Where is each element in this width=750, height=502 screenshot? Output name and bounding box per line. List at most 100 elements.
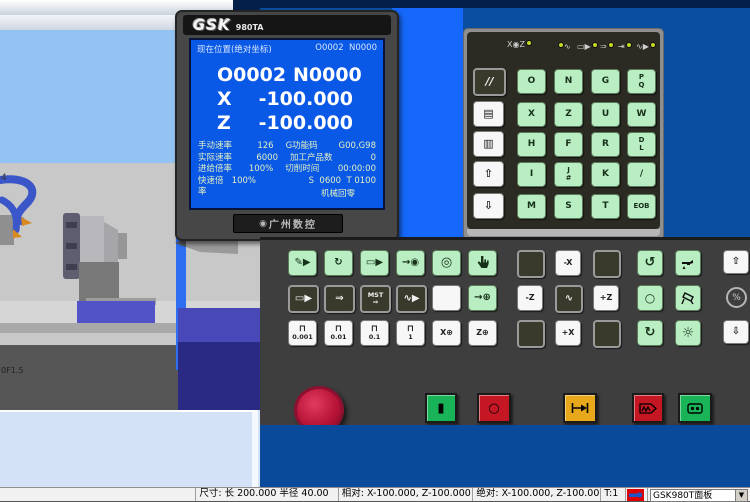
tool-change-key[interactable]: ☼ (675, 320, 701, 346)
step-0001-key[interactable]: ⊓ 0.001 (288, 320, 317, 346)
single-block-key[interactable]: ▭▶ (288, 285, 319, 313)
step-label: 1 (408, 334, 413, 341)
aux-lock-key[interactable]: MST ⇒ (360, 285, 391, 313)
key-I[interactable]: I (517, 162, 546, 187)
x-axis-label: X (217, 87, 232, 111)
override-percent-indicator: % (726, 287, 747, 308)
key-slash[interactable]: / (627, 162, 656, 187)
z-zero-key[interactable]: Z⊕ (468, 320, 497, 346)
manufacturer-plate: ◉ 广州数控 (233, 214, 343, 233)
chuck-jaw-slot (66, 264, 77, 270)
info-value: 00:00:00 (338, 164, 376, 176)
jog-minus-z-key[interactable]: -Z (517, 285, 543, 311)
jog-blank-key[interactable] (593, 250, 621, 278)
coolant-key[interactable] (675, 250, 701, 276)
key-H[interactable]: H (517, 132, 546, 157)
jog-plus-x-key[interactable]: +X (555, 320, 581, 346)
panel-select-dropdown[interactable]: GSK980T面板 ▼ (650, 489, 748, 502)
tailstock-button[interactable] (563, 393, 597, 423)
program-number-row: O0002 N0000 (191, 63, 383, 87)
mdi-mode-key[interactable]: ▭▶ (360, 250, 389, 276)
size-status: 尺寸: 长 200.000 半径 40.00 (196, 488, 338, 501)
jog-plus-z-key[interactable]: +Z (593, 285, 619, 311)
view-annotation-bottom: 0F1.5 (1, 366, 23, 375)
block-skip-indicator-icon: ⇒ (600, 42, 614, 52)
key-K[interactable]: K (591, 162, 620, 187)
key-EOB[interactable]: EOB (627, 194, 656, 219)
power-off-button[interactable]: ○ (477, 393, 511, 423)
keyboard-panel: X◉Z ∿ ▭▶ ⇒ ⇥ ∿▶ // ▤ ▥ ⇧ ⇩ O N G P Q X Z… (467, 32, 660, 229)
info-label: 实际速率 (198, 153, 240, 165)
step-label: 0.1 (369, 334, 381, 341)
handwheel-mode-key[interactable]: ◎ (432, 250, 461, 276)
panel-lower-fascia (260, 425, 750, 487)
jog-mode-key[interactable] (468, 250, 497, 276)
chuck-icon (686, 402, 704, 415)
cnc-monitor: GSK 980TA 现在位置(绝对坐标) O0002 N0000 O0002 N… (175, 10, 399, 241)
power-on-button[interactable]: ▮ (425, 393, 457, 423)
x-axis-value: -100.000 (243, 87, 353, 111)
key-X[interactable]: X (517, 102, 546, 127)
info-label: 进给倍率 (198, 164, 237, 176)
key-G[interactable]: G (591, 69, 620, 94)
clamp-button[interactable] (632, 393, 664, 423)
key-T[interactable]: T (591, 194, 620, 219)
spindle-stop-key[interactable]: ○ (637, 285, 663, 311)
key-PQ[interactable]: P Q (627, 69, 656, 94)
block-skip-key[interactable]: ⇒ (324, 285, 355, 313)
override-down-key[interactable]: ⇩ (723, 320, 749, 344)
blank-key[interactable] (432, 285, 461, 311)
jog-blank-key[interactable] (517, 320, 545, 348)
info-value: 100% (228, 176, 256, 188)
override-up-key[interactable]: ⇧ (723, 250, 749, 274)
step-1-key[interactable]: ⊓ 1 (396, 320, 425, 346)
spindle-cw-key[interactable]: ↻ (637, 320, 663, 346)
jog-blank-key[interactable] (517, 250, 545, 278)
manufacturer-name: 广州数控 (269, 216, 317, 231)
hand-icon (476, 255, 490, 271)
chuck-button[interactable] (678, 393, 712, 423)
step-001-key[interactable]: ⊓ 0.01 (324, 320, 353, 346)
spindle-ccw-key[interactable]: ↺ (637, 250, 663, 276)
info-value: 100% (237, 164, 273, 176)
info-value: 6000 (240, 153, 278, 165)
key-W[interactable]: W (627, 102, 656, 127)
key-N[interactable]: N (554, 69, 583, 94)
x-zero-key[interactable]: X⊕ (432, 320, 461, 346)
key-R[interactable]: R (591, 132, 620, 157)
key-DL[interactable]: D L (627, 132, 656, 157)
machine-control-panel: ✎▶ ↻ ▭▶ →◉ ◎ ▭▶ ⇒ MST ⇒ ∿▶ →⊕ ⊓ 0.001 ⊓ … (260, 237, 750, 425)
dry-run-indicator-icon: ∿ (557, 42, 571, 52)
reset-key[interactable]: // (473, 68, 506, 96)
step-01-key[interactable]: ⊓ 0.1 (360, 320, 389, 346)
z-axis-row: Z -100.000 (191, 111, 383, 135)
key-O[interactable]: O (517, 69, 546, 94)
z-axis-value: -100.000 (243, 111, 353, 135)
key-M[interactable]: M (517, 194, 546, 219)
info-row: 进给倍率 100% 切削时间 00:00:00 (191, 164, 383, 176)
info-row: 快速倍率 100% S 0600 T 0100 (191, 176, 383, 188)
jog-minus-x-key[interactable]: -X (555, 250, 581, 276)
position-page-key[interactable]: ▤ (473, 101, 504, 127)
view-annotation-top: 4 (1, 173, 7, 183)
info-value: 0 (346, 153, 376, 165)
cursor-up-key[interactable]: ⇧ (473, 161, 504, 187)
auto-mode-key[interactable]: ↻ (324, 250, 353, 276)
tailstock-arrow-icon (571, 402, 589, 414)
program-zero-key[interactable]: →⊕ (468, 285, 497, 311)
key-F[interactable]: F (554, 132, 583, 157)
edit-mode-key[interactable]: ✎▶ (288, 250, 317, 276)
key-J-hash[interactable]: J # (554, 162, 583, 187)
program-page-key[interactable]: ▥ (473, 131, 504, 157)
machine-zero-mode-key[interactable]: →◉ (396, 250, 425, 276)
jog-blank-key[interactable] (593, 320, 621, 348)
key-U[interactable]: U (591, 102, 620, 127)
key-S[interactable]: S (554, 194, 583, 219)
lubrication-key[interactable] (675, 285, 701, 311)
machine-lock-key[interactable]: ∿▶ (396, 285, 427, 313)
tool-status-cell (626, 488, 648, 501)
rapid-traverse-key[interactable]: ∿ (555, 285, 583, 313)
dropdown-arrow-icon[interactable]: ▼ (735, 490, 747, 501)
cursor-down-key[interactable]: ⇩ (473, 193, 504, 219)
key-Z[interactable]: Z (554, 102, 583, 127)
